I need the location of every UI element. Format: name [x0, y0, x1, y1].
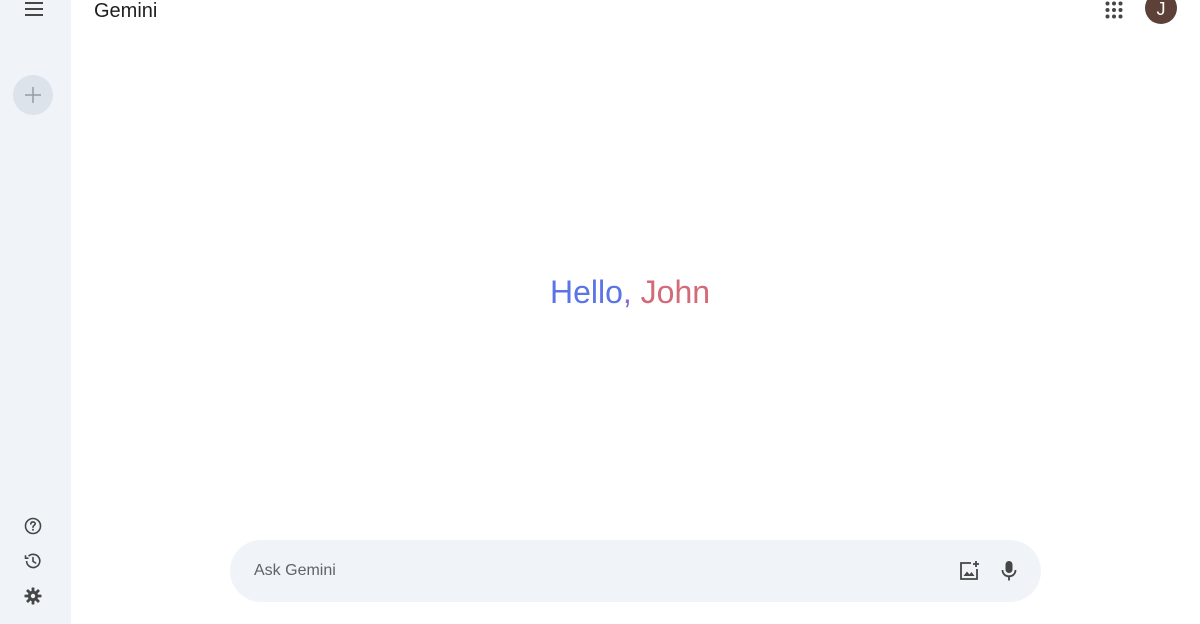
- greeting: Hello, John: [0, 272, 1200, 312]
- greeting-comma: ,: [622, 274, 632, 310]
- activity-button[interactable]: [21, 549, 45, 573]
- google-apps-button[interactable]: [1102, 0, 1126, 22]
- main-menu-button[interactable]: [20, 0, 50, 22]
- plus-icon: [25, 87, 41, 103]
- account-avatar[interactable]: J: [1145, 0, 1177, 24]
- settings-button[interactable]: [21, 584, 45, 608]
- prompt-bar: [230, 540, 1041, 602]
- add-image-icon: [960, 561, 979, 580]
- sidebar: [0, 0, 71, 624]
- upload-image-button[interactable]: [957, 559, 981, 583]
- gemini-app: Gemini J Hello, John: [0, 0, 1200, 624]
- history-icon: [24, 553, 41, 569]
- apps-grid-icon: [1105, 1, 1123, 19]
- menu-icon: [25, 2, 43, 16]
- greeting-hello: Hello: [549, 274, 623, 310]
- microphone-button[interactable]: [997, 559, 1021, 583]
- help-button[interactable]: [21, 514, 45, 538]
- microphone-icon: [1001, 561, 1017, 581]
- app-title[interactable]: Gemini: [94, 0, 157, 22]
- greeting-name: John: [640, 274, 711, 310]
- gear-icon: [24, 587, 42, 605]
- new-chat-button[interactable]: [13, 75, 53, 115]
- help-icon: [24, 517, 42, 535]
- avatar-initial: J: [1156, 0, 1166, 19]
- prompt-input[interactable]: [254, 540, 934, 602]
